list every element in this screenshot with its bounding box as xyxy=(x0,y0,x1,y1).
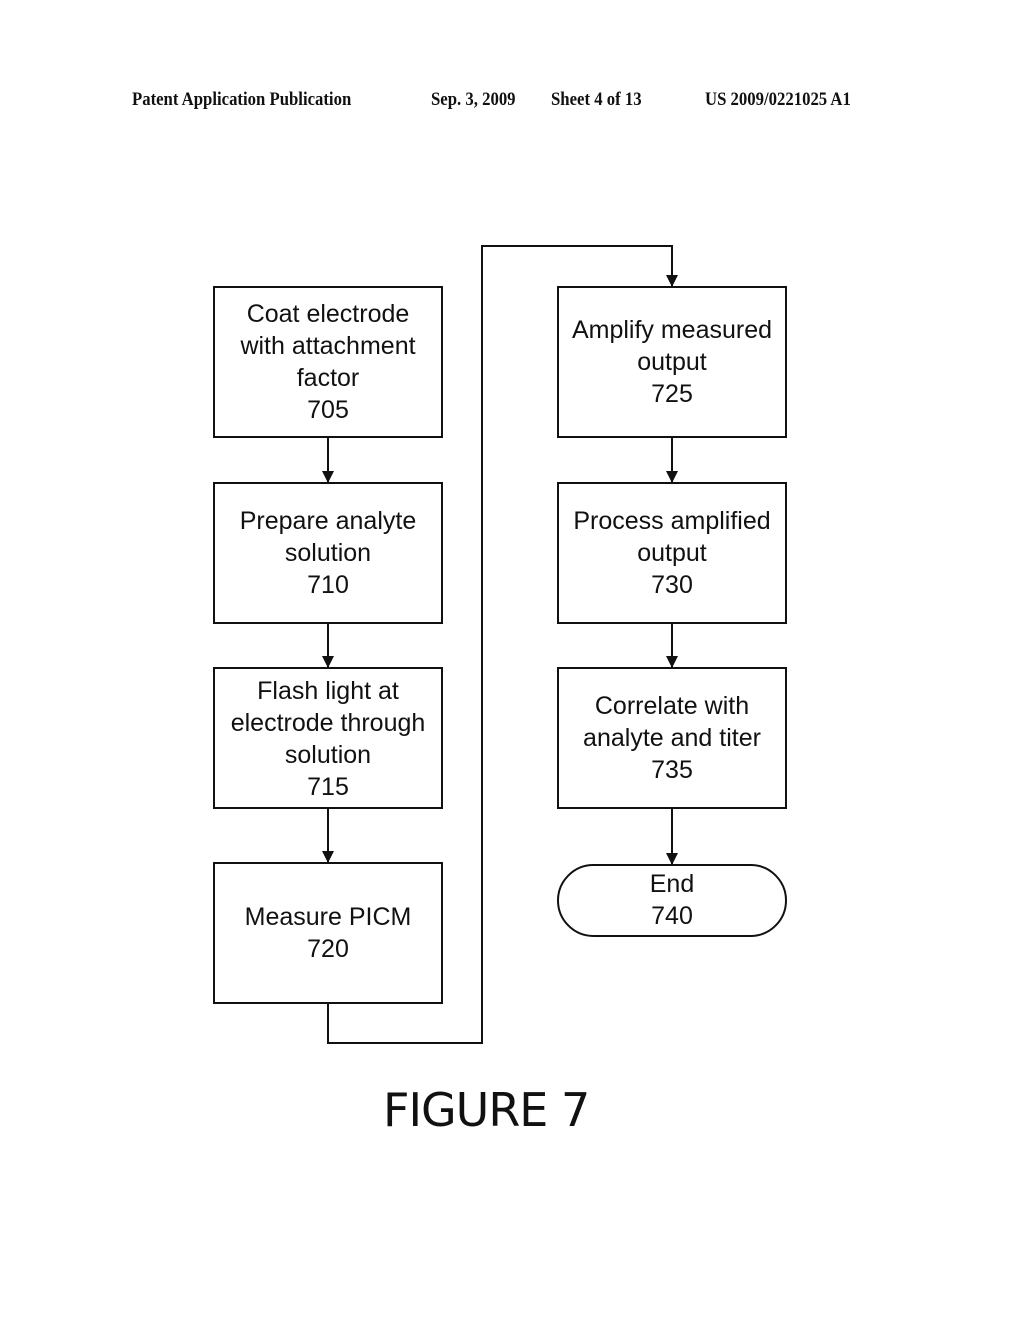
step-number: 715 xyxy=(307,773,349,801)
arrowhead-icon xyxy=(322,851,334,863)
step-label: Prepare analyte xyxy=(240,507,417,535)
step-number: 710 xyxy=(307,571,349,599)
step-number: 720 xyxy=(307,935,349,963)
step-label: analyte and titer xyxy=(583,724,761,752)
flowchart-steps: Coat electrode with attachment factor 705 Pr… xyxy=(213,286,787,1004)
arrowhead-icon xyxy=(666,853,678,865)
step-label: output xyxy=(637,348,707,376)
step-720: Measure PICM 720 xyxy=(213,862,443,1004)
step-label: Flash light at xyxy=(257,677,399,705)
step-725: Amplify measured output 725 xyxy=(557,286,787,438)
step-number: 740 xyxy=(651,902,693,930)
step-710: Prepare analyte solution 710 xyxy=(213,482,443,624)
step-label: Correlate with xyxy=(595,692,749,720)
process-box xyxy=(213,862,443,1004)
step-735: Correlate with analyte and titer 735 xyxy=(557,667,787,809)
step-number: 730 xyxy=(651,571,693,599)
figure-label: FIGURE 7 xyxy=(383,1083,590,1137)
step-number: 735 xyxy=(651,756,693,784)
step-label: solution xyxy=(285,741,371,769)
step-label: Measure PICM xyxy=(245,903,412,931)
step-label: Coat electrode xyxy=(247,300,410,328)
arrowhead-icon xyxy=(322,471,334,483)
step-740: End 740 xyxy=(557,864,787,937)
step-705: Coat electrode with attachment factor 705 xyxy=(213,286,443,438)
arrowhead-icon xyxy=(666,471,678,483)
arrowhead-icon xyxy=(666,275,678,287)
step-number: 725 xyxy=(651,380,693,408)
step-number: 705 xyxy=(307,396,349,424)
step-label: Amplify measured xyxy=(572,316,772,344)
arrowhead-icon xyxy=(322,656,334,668)
arrowhead-icon xyxy=(666,656,678,668)
step-label: output xyxy=(637,539,707,567)
step-730: Process amplified output 730 xyxy=(557,482,787,624)
step-label: with attachment xyxy=(239,332,415,360)
step-label: electrode through xyxy=(231,709,426,737)
step-label: End xyxy=(650,870,694,898)
step-label: Process amplified xyxy=(573,507,770,535)
step-label: factor xyxy=(297,364,360,392)
step-label: solution xyxy=(285,539,371,567)
step-715: Flash light at electrode through solution 7… xyxy=(213,667,443,809)
